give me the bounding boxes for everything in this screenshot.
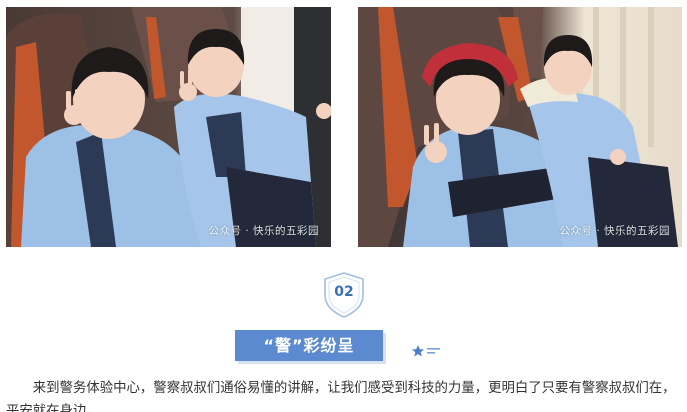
bus-seat-scene	[358, 7, 682, 247]
star-icon	[412, 345, 440, 357]
section-number-badge: 02	[322, 271, 366, 319]
photo-watermark: 公众号 · 快乐的五彩园	[559, 225, 670, 237]
photo-children-on-bus-right: 公众号 · 快乐的五彩园	[358, 7, 682, 247]
photo-children-on-bus-left: 公众号 · 快乐的五彩园	[6, 7, 331, 247]
bus-seat-scene	[6, 7, 331, 247]
body-paragraph: 来到警务体验中心，警察叔叔们通俗易懂的讲解，让我们感受到科技的力量，更明白了只要…	[6, 381, 676, 412]
section-title: “警”彩纷呈	[235, 330, 383, 361]
section-number: 02	[334, 284, 354, 300]
photo-watermark: 公众号 · 快乐的五彩园	[208, 225, 319, 237]
